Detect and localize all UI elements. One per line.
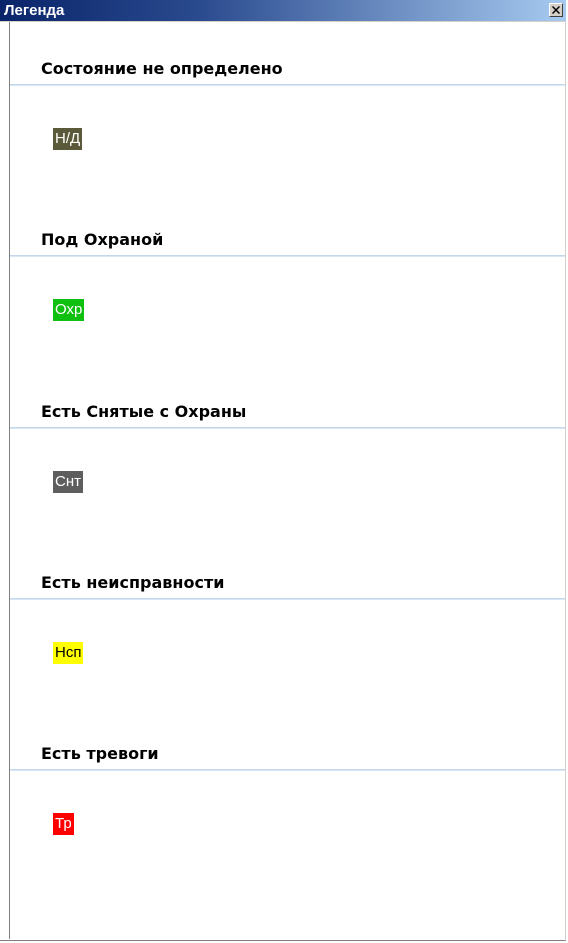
- section-divider: [10, 427, 565, 429]
- section-title: Под Охраной: [41, 230, 164, 249]
- status-badge-disarmed: Снт: [53, 471, 83, 493]
- section-divider: [10, 255, 565, 257]
- window-title: Легенда: [4, 2, 65, 19]
- status-badge-alarms: Тр: [53, 813, 74, 835]
- status-badge-faults: Нсп: [53, 642, 84, 664]
- section-title: Есть неисправности: [41, 573, 225, 592]
- status-badge-armed: Охр: [53, 299, 85, 321]
- section-title: Состояние не определено: [41, 59, 283, 78]
- legend-content: Состояние не определено Н/Д Под Охраной …: [9, 22, 565, 939]
- section-divider: [10, 84, 565, 86]
- legend-window: Легенда Состояние не определено Н/Д Под …: [0, 0, 566, 941]
- section-title: Есть Снятые с Охраны: [41, 402, 247, 421]
- section-title: Есть тревоги: [41, 744, 159, 763]
- close-button[interactable]: [549, 3, 563, 17]
- section-divider: [10, 769, 565, 771]
- section-divider: [10, 598, 565, 600]
- status-badge-undefined: Н/Д: [53, 128, 83, 150]
- title-bar[interactable]: Легенда: [0, 0, 566, 22]
